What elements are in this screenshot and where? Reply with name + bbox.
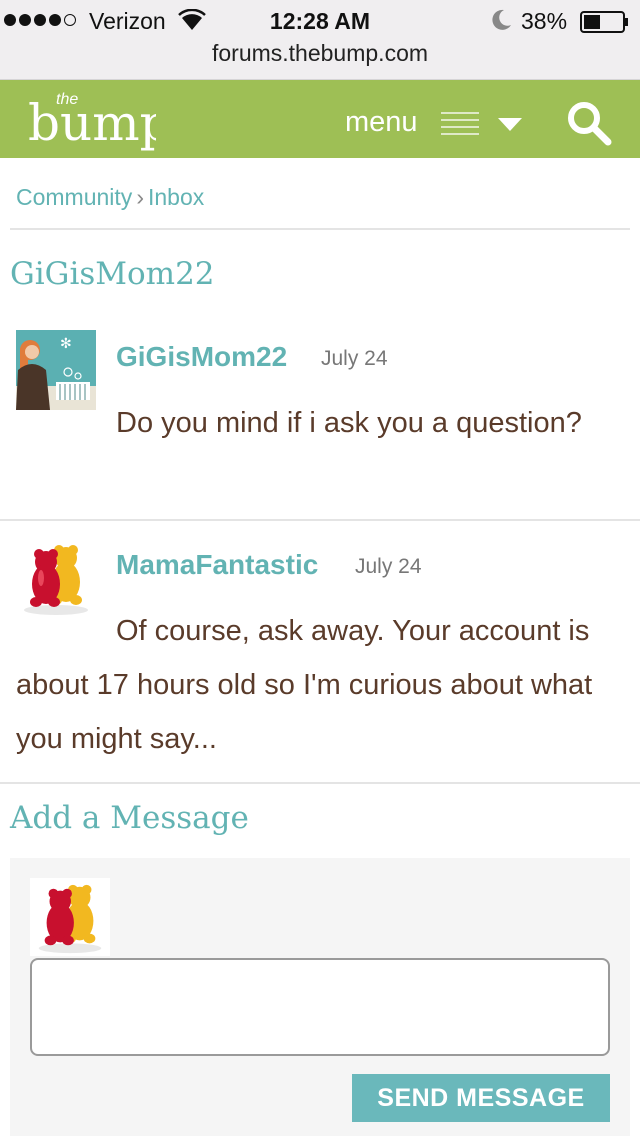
message-input[interactable]: [30, 958, 610, 1056]
breadcrumb-community[interactable]: Community: [16, 184, 132, 210]
svg-text:✻: ✻: [60, 336, 72, 352]
battery-icon: [580, 11, 628, 33]
svg-text:the: the: [56, 91, 78, 108]
address-bar[interactable]: forums.thebump.com: [0, 40, 640, 67]
site-header: bump the menu: [0, 80, 640, 158]
moon-icon: [492, 9, 511, 30]
the-bump-logo[interactable]: bump the: [26, 86, 156, 152]
message-body: Of course, ask away. Your account is abo…: [16, 615, 593, 755]
divider: [0, 782, 640, 784]
chevron-down-icon[interactable]: [498, 118, 522, 132]
divider: [10, 228, 630, 230]
divider: [0, 519, 640, 521]
breadcrumb-separator: ›: [136, 184, 144, 210]
hamburger-icon[interactable]: [441, 111, 479, 137]
compose-panel: SEND MESSAGE: [10, 858, 630, 1136]
message-author[interactable]: GiGisMom22: [116, 341, 287, 373]
battery-percent: 38%: [521, 8, 568, 34]
message-date: July 24: [321, 347, 388, 370]
menu-label[interactable]: menu: [345, 106, 418, 139]
thread-title: GiGisMom22: [10, 256, 215, 292]
gummy-bears-avatar: [38, 884, 102, 954]
search-icon[interactable]: [566, 100, 612, 146]
message-author[interactable]: MamaFantastic: [116, 549, 318, 581]
svg-text:bump: bump: [28, 94, 156, 152]
message-date: July 24: [355, 555, 422, 578]
send-message-button[interactable]: SEND MESSAGE: [352, 1074, 610, 1122]
avatar: [30, 878, 110, 956]
browser-chrome: Verizon 12:28 AM 38% forums.thebump.com: [0, 0, 640, 80]
add-message-title: Add a Message: [10, 800, 249, 836]
breadcrumb-inbox[interactable]: Inbox: [148, 184, 204, 210]
status-bar: Verizon 12:28 AM 38%: [0, 6, 640, 38]
message-body: Do you mind if i ask you a question?: [116, 407, 582, 439]
breadcrumb: Community › Inbox: [16, 184, 204, 211]
